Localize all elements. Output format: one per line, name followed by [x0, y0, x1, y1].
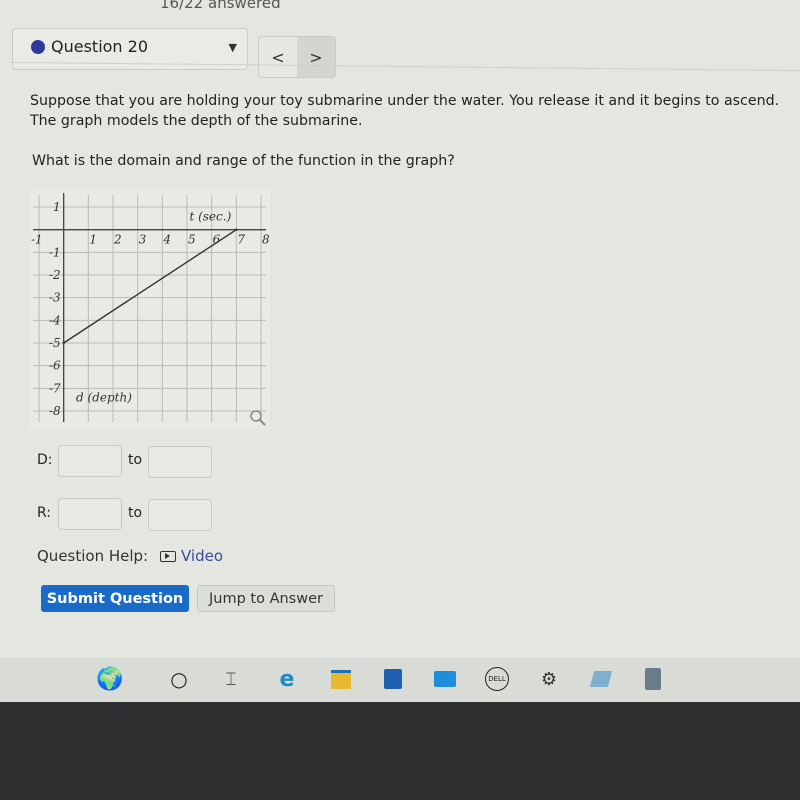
range-from-input[interactable]	[58, 498, 122, 530]
video-link[interactable]: Video	[160, 547, 223, 565]
question-nav: < >	[258, 36, 336, 78]
dell-icon[interactable]: DELL	[484, 666, 510, 692]
y-tick-label: -1	[49, 245, 61, 259]
x-tick-label: 7	[237, 233, 245, 247]
monitor-bezel	[0, 702, 800, 800]
x-tick-label: 8	[262, 233, 270, 247]
y-tick-label: -8	[49, 404, 61, 418]
search-icon[interactable]: ○	[166, 666, 192, 692]
x-tick-label: 5	[188, 233, 196, 247]
y-tick-label: -3	[49, 291, 61, 305]
edge-icon[interactable]: e	[274, 666, 300, 692]
notepad-icon[interactable]	[588, 666, 614, 692]
domain-label: D:	[37, 452, 53, 468]
question-select-value: Question 20	[51, 37, 149, 56]
x-tick-label: -1	[31, 233, 43, 247]
y-tick-label: -4	[49, 313, 61, 327]
x-tick-label: 4	[162, 233, 171, 247]
y-tick-label: -7	[49, 381, 61, 395]
range-to-label: to	[128, 505, 143, 521]
jump-to-answer-button[interactable]: Jump to Answer	[197, 585, 335, 612]
range-to-input[interactable]	[148, 499, 212, 531]
y-tick-label: -6	[49, 359, 61, 373]
widgets-icon[interactable]: 🌍	[80, 666, 140, 692]
submit-question-button[interactable]: Submit Question	[41, 585, 189, 612]
graph-background	[30, 190, 270, 430]
question-help-label: Question Help:	[37, 547, 149, 565]
file-explorer-icon[interactable]	[328, 666, 354, 692]
question-text-line1: Suppose that you are holding your toy su…	[30, 93, 780, 109]
question-prompt: What is the domain and range of the func…	[32, 153, 455, 169]
progress-header: 16/22 answered	[0, 0, 800, 18]
range-label: R:	[37, 505, 52, 521]
data-point	[235, 228, 238, 231]
taskbar: 🌍 ○ ⌶ e DELL ⚙	[0, 658, 800, 702]
video-link-label: Video	[181, 547, 224, 565]
domain-from-input[interactable]	[58, 445, 122, 477]
y-tick-label: 1	[53, 200, 61, 214]
prev-question-button[interactable]: <	[259, 37, 297, 77]
x-tick-label: 1	[89, 233, 97, 247]
next-question-button[interactable]: >	[297, 37, 335, 77]
store-icon[interactable]	[380, 666, 406, 692]
calculator-icon[interactable]	[640, 666, 666, 692]
mail-icon[interactable]	[432, 666, 458, 692]
settings-icon[interactable]: ⚙	[536, 666, 562, 692]
domain-to-input[interactable]	[148, 446, 212, 478]
x-tick-label: 3	[139, 233, 147, 247]
status-dot	[31, 40, 45, 54]
domain-to-label: to	[128, 452, 143, 468]
task-view-icon[interactable]: ⌶	[218, 666, 244, 692]
video-icon	[160, 550, 176, 562]
y-axis-label: d (depth)	[76, 391, 132, 405]
y-tick-label: -5	[49, 336, 61, 350]
caret-down-icon: ▼	[228, 41, 237, 54]
answered-count: 16/22 answered	[160, 0, 281, 12]
depth-graph: -1 1 2 3 4 5 6 7 81-1-2-3-4-5-6-7-8t (sec.)d (de…	[30, 190, 270, 430]
x-tick-label: 2	[113, 233, 122, 247]
x-axis-label: t (sec.)	[189, 210, 231, 224]
question-text-line2: The graph models the depth of the submar…	[30, 113, 363, 129]
data-point	[62, 341, 65, 345]
y-tick-label: -2	[49, 268, 61, 282]
